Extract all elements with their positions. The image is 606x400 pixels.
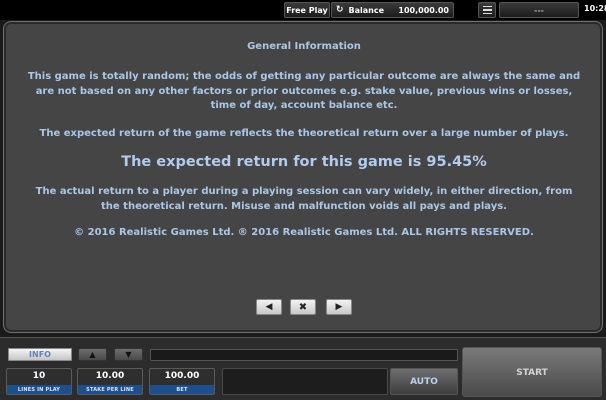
decrease-button[interactable]: ▼ <box>114 348 143 361</box>
auto-play-button[interactable]: AUTO <box>390 368 458 395</box>
message-display: --- <box>499 2 579 18</box>
control-bar: INFO ▲ ▼ 10 LINES IN PLAY 10.00 STAKE PE… <box>0 337 606 400</box>
free-play-indicator: Free Play <box>284 2 330 18</box>
triangle-up-icon: ▲ <box>89 350 96 359</box>
next-page-button[interactable]: ▶ <box>326 299 352 315</box>
top-bar: Free Play ↻ Balance 100,000.00 --- 10:28 <box>0 0 606 20</box>
previous-page-button[interactable]: ◀ <box>256 299 282 315</box>
actual-return-paragraph: The actual return to a player during a p… <box>35 186 573 212</box>
info-button[interactable]: INFO <box>8 348 72 361</box>
balance-value: 100,000.00 <box>398 5 449 15</box>
close-x-icon: ✖ <box>298 301 308 313</box>
stake-per-line-field[interactable]: 10.00 STAKE PER LINE <box>77 368 143 395</box>
lines-in-play-label: LINES IN PLAY <box>7 385 71 394</box>
win-display <box>222 368 388 395</box>
bet-label: BET <box>150 385 214 394</box>
stake-per-line-value: 10.00 <box>95 371 125 381</box>
info-panel: General Information This game is totally… <box>3 21 603 333</box>
lines-in-play-field[interactable]: 10 LINES IN PLAY <box>6 368 72 395</box>
copyright-text: © 2016 Realistic Games Ltd. ® 2016 Reali… <box>74 227 534 238</box>
free-play-label: Free Play <box>286 5 328 15</box>
lines-in-play-value: 10 <box>32 371 46 381</box>
refresh-icon[interactable]: ↻ <box>336 5 344 15</box>
triangle-right-icon: ▶ <box>335 302 343 312</box>
triangle-down-icon: ▼ <box>125 350 132 359</box>
clock: 10:28 <box>584 4 606 13</box>
info-content: General Information This game is totally… <box>12 41 596 241</box>
stake-per-line-label: STAKE PER LINE <box>78 385 142 394</box>
close-info-button[interactable]: ✖ <box>290 299 316 315</box>
randomness-paragraph: This game is totally random; the odds of… <box>27 71 581 111</box>
balance-display: ↻ Balance 100,000.00 <box>331 2 454 18</box>
message-strip <box>150 349 458 361</box>
info-title: General Information <box>247 41 361 52</box>
hamburger-menu-icon[interactable] <box>478 2 496 18</box>
triangle-left-icon: ◀ <box>265 302 273 312</box>
increase-button[interactable]: ▲ <box>78 348 107 361</box>
message-text: --- <box>534 5 544 15</box>
balance-label: Balance <box>348 5 385 15</box>
expected-return-paragraph: The expected return of the game reflects… <box>39 127 569 139</box>
bet-value: 100.00 <box>164 371 200 381</box>
bet-field[interactable]: 100.00 BET <box>149 368 215 395</box>
start-button[interactable]: START <box>462 347 602 397</box>
expected-return-value: The expected return for this game is 95.… <box>121 154 487 170</box>
